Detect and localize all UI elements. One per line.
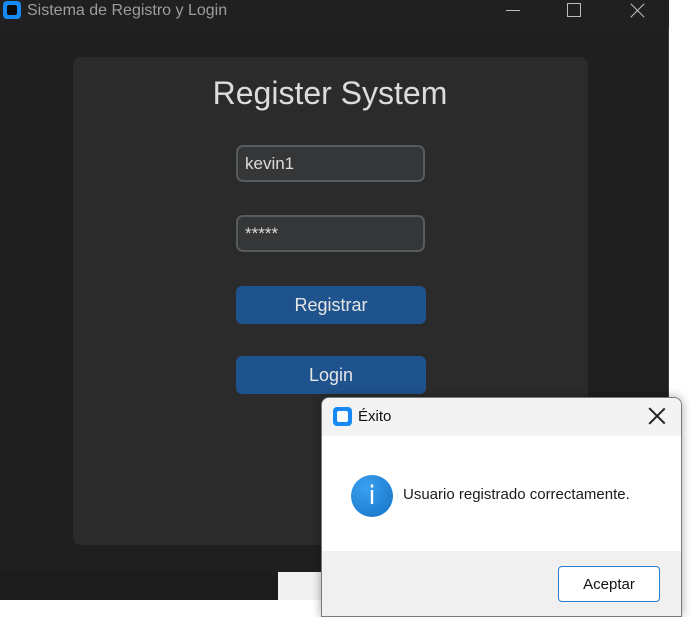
close-icon[interactable] — [615, 0, 661, 22]
desktop-background — [0, 572, 278, 600]
page-title: Register System — [212, 75, 448, 111]
info-icon: i — [351, 475, 393, 517]
window-titlebar[interactable]: Sistema de Registro y Login — [0, 0, 669, 28]
app-icon — [3, 1, 21, 19]
maximize-icon[interactable] — [551, 0, 597, 22]
login-button[interactable]: Login — [236, 356, 426, 394]
dialog-titlebar[interactable]: Éxito — [322, 398, 681, 436]
success-dialog: Éxito i Usuario registrado correctamente… — [321, 397, 682, 617]
register-button[interactable]: Registrar — [236, 286, 426, 324]
username-input[interactable] — [236, 145, 425, 182]
close-icon[interactable] — [648, 407, 666, 425]
accept-button[interactable]: Aceptar — [558, 566, 660, 602]
window-title: Sistema de Registro y Login — [27, 2, 228, 19]
dialog-app-icon — [333, 407, 352, 426]
dialog-message: Usuario registrado correctamente. — [403, 486, 630, 503]
dialog-title: Éxito — [358, 408, 392, 425]
password-input[interactable] — [236, 215, 425, 252]
minimize-icon[interactable] — [490, 0, 536, 22]
